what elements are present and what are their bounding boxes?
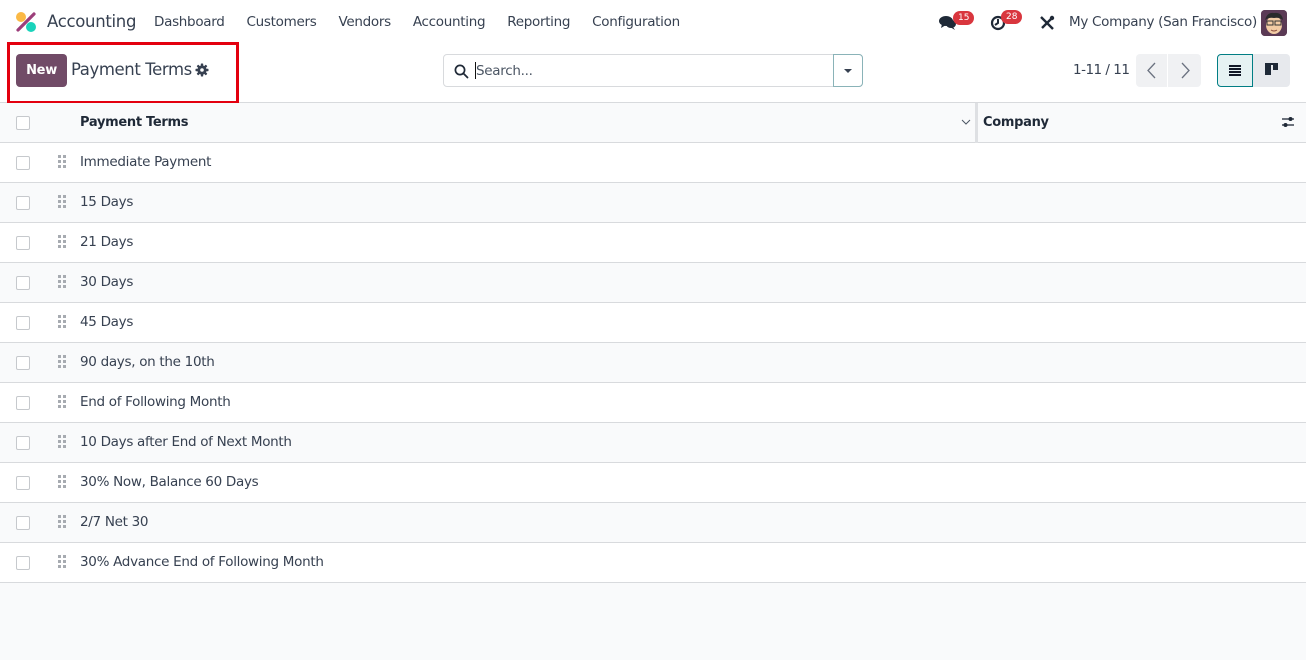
page-title: Payment Terms (71, 60, 192, 79)
row-checkbox[interactable] (16, 236, 30, 250)
payment-term-name[interactable]: Immediate Payment (80, 154, 211, 170)
gear-icon[interactable] (195, 63, 209, 77)
row-checkbox[interactable] (16, 516, 30, 530)
payment-term-name[interactable]: 30% Advance End of Following Month (80, 554, 324, 570)
drag-handle-icon[interactable] (58, 195, 66, 209)
menu-customers[interactable]: Customers (247, 14, 317, 30)
text-cursor (475, 62, 476, 79)
payment-term-name[interactable]: 30 Days (80, 274, 133, 290)
search-bar (443, 54, 863, 87)
column-resize-handle[interactable] (975, 103, 978, 143)
select-all-checkbox[interactable] (16, 116, 30, 130)
menu-vendors[interactable]: Vendors (338, 14, 391, 30)
table-row[interactable]: 15 Days (0, 183, 1306, 223)
menu-reporting[interactable]: Reporting (507, 14, 570, 30)
chevron-left-icon (1147, 62, 1156, 79)
search-input[interactable] (476, 56, 831, 85)
search-icon (454, 64, 469, 79)
drag-handle-icon[interactable] (58, 275, 66, 289)
table-row[interactable]: End of Following Month (0, 383, 1306, 423)
optional-columns-toggle-icon[interactable] (1281, 115, 1295, 129)
chevron-right-icon (1181, 62, 1190, 79)
table-row[interactable]: Immediate Payment (0, 143, 1306, 183)
drag-handle-icon[interactable] (58, 395, 66, 409)
drag-handle-icon[interactable] (58, 515, 66, 529)
accounting-app-icon[interactable] (15, 11, 37, 33)
kanban-view-button[interactable] (1253, 54, 1290, 87)
payment-term-name[interactable]: 45 Days (80, 314, 133, 330)
main-menu: Dashboard Customers Vendors Accounting R… (154, 14, 702, 30)
table-row[interactable]: 21 Days (0, 223, 1306, 263)
row-checkbox[interactable] (16, 196, 30, 210)
app-name[interactable]: Accounting (47, 12, 136, 31)
list-view-button[interactable] (1217, 54, 1253, 87)
row-checkbox[interactable] (16, 556, 30, 570)
table-header: Payment Terms Company (0, 103, 1306, 143)
table-row[interactable]: 45 Days (0, 303, 1306, 343)
messages-button[interactable]: 15 (938, 10, 978, 36)
payment-term-name[interactable]: 90 days, on the 10th (80, 354, 215, 370)
row-checkbox[interactable] (16, 476, 30, 490)
payment-term-name[interactable]: 10 Days after End of Next Month (80, 434, 292, 450)
payment-term-name[interactable]: 21 Days (80, 234, 133, 250)
chevron-down-icon[interactable] (960, 116, 972, 128)
user-avatar[interactable] (1261, 10, 1287, 36)
tools-icon[interactable] (1039, 15, 1055, 31)
activities-button[interactable]: 28 (989, 10, 1029, 36)
company-switcher[interactable]: My Company (San Francisco) (1069, 14, 1257, 30)
list-icon (1229, 65, 1241, 76)
search-options-toggle[interactable] (833, 54, 863, 87)
row-checkbox[interactable] (16, 156, 30, 170)
column-header-company[interactable]: Company (983, 115, 1049, 130)
pager-buttons (1136, 54, 1201, 87)
table-body: Immediate Payment 15 Days 21 Days 30 Days 45… (0, 143, 1306, 583)
messages-badge: 15 (953, 11, 975, 25)
top-navbar: Accounting Dashboard Customers Vendors A… (0, 0, 1306, 46)
menu-accounting[interactable]: Accounting (413, 14, 486, 30)
row-checkbox[interactable] (16, 276, 30, 290)
menu-configuration[interactable]: Configuration (592, 14, 680, 30)
drag-handle-icon[interactable] (58, 555, 66, 569)
table-row[interactable]: 2/7 Net 30 (0, 503, 1306, 543)
row-checkbox[interactable] (16, 316, 30, 330)
row-checkbox[interactable] (16, 396, 30, 410)
pager-next-button[interactable] (1169, 54, 1201, 87)
drag-handle-icon[interactable] (58, 315, 66, 329)
table-row[interactable]: 30% Advance End of Following Month (0, 543, 1306, 583)
column-header-payment-terms[interactable]: Payment Terms (80, 115, 188, 130)
user-avatar-icon (1261, 10, 1287, 36)
drag-handle-icon[interactable] (58, 475, 66, 489)
payment-terms-table: Payment Terms Company Immediate Payment 1… (0, 103, 1306, 583)
payment-term-name[interactable]: End of Following Month (80, 394, 231, 410)
pager-previous-button[interactable] (1136, 54, 1168, 87)
table-row[interactable]: 30% Now, Balance 60 Days (0, 463, 1306, 503)
table-row[interactable]: 30 Days (0, 263, 1306, 303)
drag-handle-icon[interactable] (58, 155, 66, 169)
payment-term-name[interactable]: 15 Days (80, 194, 133, 210)
payment-term-name[interactable]: 30% Now, Balance 60 Days (80, 474, 259, 490)
caret-down-icon (844, 69, 852, 73)
table-row[interactable]: 10 Days after End of Next Month (0, 423, 1306, 463)
kanban-icon (1265, 63, 1278, 75)
drag-handle-icon[interactable] (58, 435, 66, 449)
new-button[interactable]: New (16, 54, 67, 87)
drag-handle-icon[interactable] (58, 235, 66, 249)
payment-term-name[interactable]: 2/7 Net 30 (80, 514, 148, 530)
table-row[interactable]: 90 days, on the 10th (0, 343, 1306, 383)
pager-value[interactable]: 1-11 / 11 (1073, 62, 1130, 78)
row-checkbox[interactable] (16, 356, 30, 370)
row-checkbox[interactable] (16, 436, 30, 450)
drag-handle-icon[interactable] (58, 355, 66, 369)
menu-dashboard[interactable]: Dashboard (154, 14, 225, 30)
activities-badge: 28 (1001, 10, 1023, 24)
